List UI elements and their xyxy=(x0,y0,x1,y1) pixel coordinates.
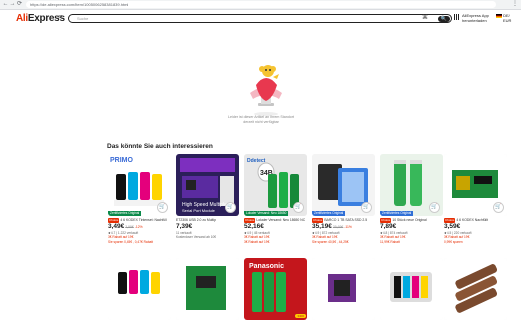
product-image[interactable]: Zertifiziertes Original 🛒 xyxy=(380,154,443,216)
address-bar[interactable]: https://de.aliexpress.com/item/100500625… xyxy=(26,1,496,8)
add-to-cart-button[interactable]: 🛒 xyxy=(493,202,504,213)
search-input[interactable]: Suche ⌘ 🔍 xyxy=(68,14,452,23)
product-image[interactable] xyxy=(108,258,171,320)
product-meta: ★4.9 | 45 verkauft 3€ Rabatt auf 19€ 3€ … xyxy=(244,231,307,244)
product-tag: Zertifiziertes Original xyxy=(312,211,346,216)
extra-text: Sie sparen 40,5€ , 44,25€ xyxy=(312,239,349,244)
language-currency-selector[interactable]: DE/ EUR xyxy=(496,13,511,23)
currency-text: EUR xyxy=(503,18,512,23)
product-image[interactable]: Panasonic 3400 xyxy=(244,258,307,320)
recommendations-title: Das könnte Sie auch interessieren xyxy=(107,143,213,150)
product-meta: ★4.8 | 874 verkauft 3€ Rabatt auf 19€ 11… xyxy=(380,231,443,244)
product-image[interactable] xyxy=(380,258,443,320)
add-to-cart-button[interactable]: 🛒 xyxy=(157,202,168,213)
product-tag: Zertifiziertes Original xyxy=(380,211,414,216)
extra-text: 11,99€ Rabatt xyxy=(380,239,400,244)
product-price: 7,89€ xyxy=(380,223,397,230)
product-tag: Lokaler Versand: Neu 18650 xyxy=(244,211,289,216)
qr-code-icon xyxy=(454,14,460,20)
product-price: 7,39€ xyxy=(176,223,193,230)
category-menu-icon[interactable]: ≡ xyxy=(58,14,62,21)
extra-text: 3€ Rabatt auf 19€ xyxy=(244,239,270,244)
browser-menu-icon[interactable]: ⋮ xyxy=(512,1,518,8)
product-tag: Zertifiziertes Original xyxy=(108,211,142,216)
product-meta: 11 verkauft Kostenloser Versand ab 10€ xyxy=(176,231,239,240)
product-image[interactable]: High Speed Multiple Serial Port Module 🛒 xyxy=(176,154,239,216)
app-download-link[interactable]: AliExpress App herunterladen xyxy=(454,13,489,23)
add-to-cart-button[interactable]: 🛒 xyxy=(429,202,440,213)
germany-flag-icon xyxy=(496,13,502,18)
unavailable-line2: derzeit nicht verfügbar xyxy=(243,120,279,124)
unavailable-illustration-icon xyxy=(250,65,282,116)
search-placeholder: Suche xyxy=(77,16,89,21)
capacity-badge: 3400 xyxy=(295,314,306,318)
extra-text: Sie sparen 0,45€ , 0,47€ Rabatt xyxy=(108,239,154,244)
product-image[interactable]: 🛒 xyxy=(444,154,507,216)
promo-text: Kostenloser Versand ab 10€ xyxy=(176,235,217,240)
product-image[interactable]: Zertifiziertes Original 🛒 xyxy=(312,154,375,216)
product-price: 3,49€3,99€-12% xyxy=(108,223,143,230)
svg-text:Ddetect: Ddetect xyxy=(247,158,266,164)
product-image[interactable] xyxy=(312,258,375,320)
browser-toolbar: ← → ⟳ https://de.aliexpress.com/item/100… xyxy=(0,0,521,10)
search-button[interactable]: 🔍 xyxy=(438,15,450,22)
svg-text:PRIMO: PRIMO xyxy=(110,157,134,164)
back-icon[interactable]: ← xyxy=(2,1,9,8)
svg-text:Serial Port Module: Serial Port Module xyxy=(182,208,216,213)
product-price: 35,19€39,69€-11% xyxy=(312,223,352,230)
extra-text: 0,99€ sparen xyxy=(444,239,463,244)
add-to-cart-button[interactable]: 🛒 xyxy=(293,202,304,213)
product-image[interactable]: Ddetect 34B Lokaler Versand: Neu 18650 🛒 xyxy=(244,154,307,216)
product-image[interactable] xyxy=(444,258,507,320)
image-search-icon[interactable]: ⌘ xyxy=(422,15,428,22)
unavailable-message: Leider ist dieser Artikel an Ihrem Stand… xyxy=(200,115,322,125)
product-price: 52,16€ xyxy=(244,223,264,230)
product-image[interactable]: PRIMO Zertifiziertes Original 🛒 xyxy=(108,154,171,216)
svg-text:Panasonic: Panasonic xyxy=(249,263,284,270)
app-line2: herunterladen xyxy=(462,18,487,23)
product-image[interactable] xyxy=(176,258,239,320)
forward-icon[interactable]: → xyxy=(9,1,16,8)
product-price: 3,59€ xyxy=(444,223,461,230)
reload-icon[interactable]: ⟳ xyxy=(16,1,23,8)
product-meta: ★4.7 | 1.222 verkauft 3€ Rabatt auf 19€ … xyxy=(108,231,171,244)
add-to-cart-button[interactable]: 🛒 xyxy=(361,202,372,213)
product-meta: ★4.5 | 220 verkauft 3€ Rabatt auf 19€ 0,… xyxy=(444,231,507,244)
add-to-cart-button[interactable]: 🛒 xyxy=(225,202,236,213)
product-meta: ★4.9 | 872 verkauft 3€ Rabatt auf 19€ Si… xyxy=(312,231,375,244)
